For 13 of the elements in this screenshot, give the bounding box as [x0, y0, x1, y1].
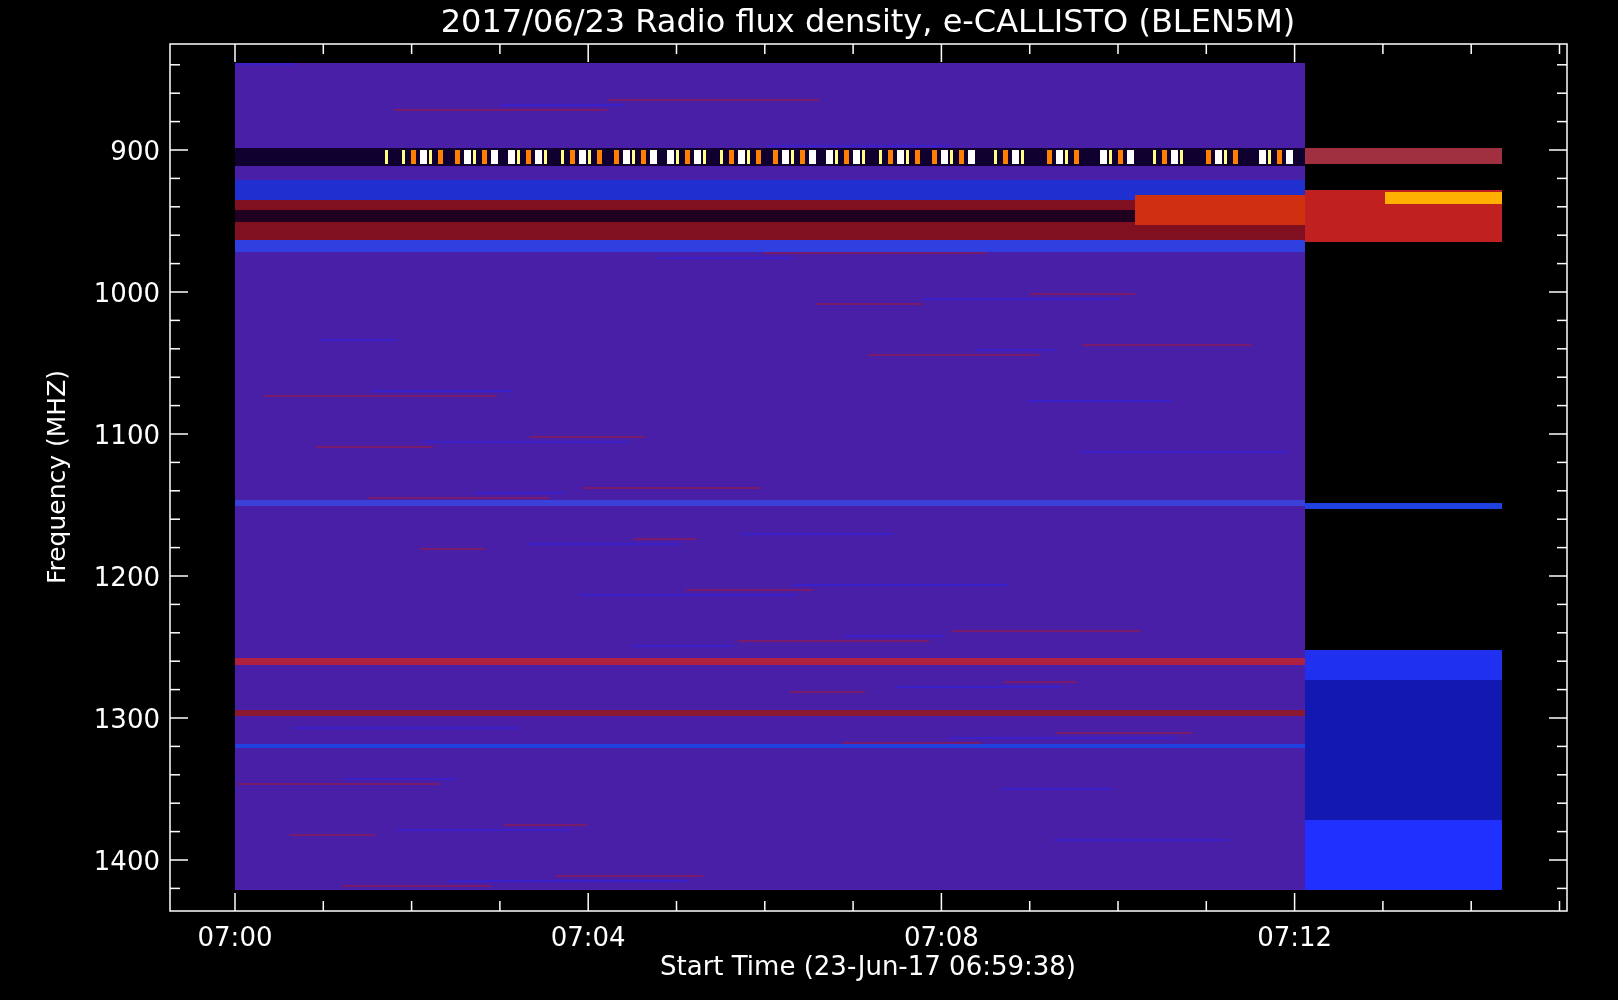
chart-title: 2017/06/23 Radio flux density, e-CALLISTO (BLEN5M) [440, 2, 1296, 40]
y-tick-label: 900 [110, 136, 160, 166]
y-tick-label: 1400 [93, 846, 160, 876]
x-axis-label: Start Time (23-Jun-17 06:59:38) [660, 951, 1076, 981]
x-tick-label: 07:12 [1257, 922, 1333, 952]
y-tick-label: 1100 [93, 420, 160, 450]
y-axis-label: Frequency (MHZ) [42, 369, 71, 585]
y-tick-label: 1300 [93, 704, 160, 734]
y-tick-label: 1000 [93, 278, 160, 308]
x-tick-label: 07:08 [903, 922, 979, 952]
x-tick-label: 07:00 [197, 922, 273, 952]
x-tick-label: 07:04 [550, 922, 626, 952]
y-tick-label: 1200 [93, 562, 160, 592]
